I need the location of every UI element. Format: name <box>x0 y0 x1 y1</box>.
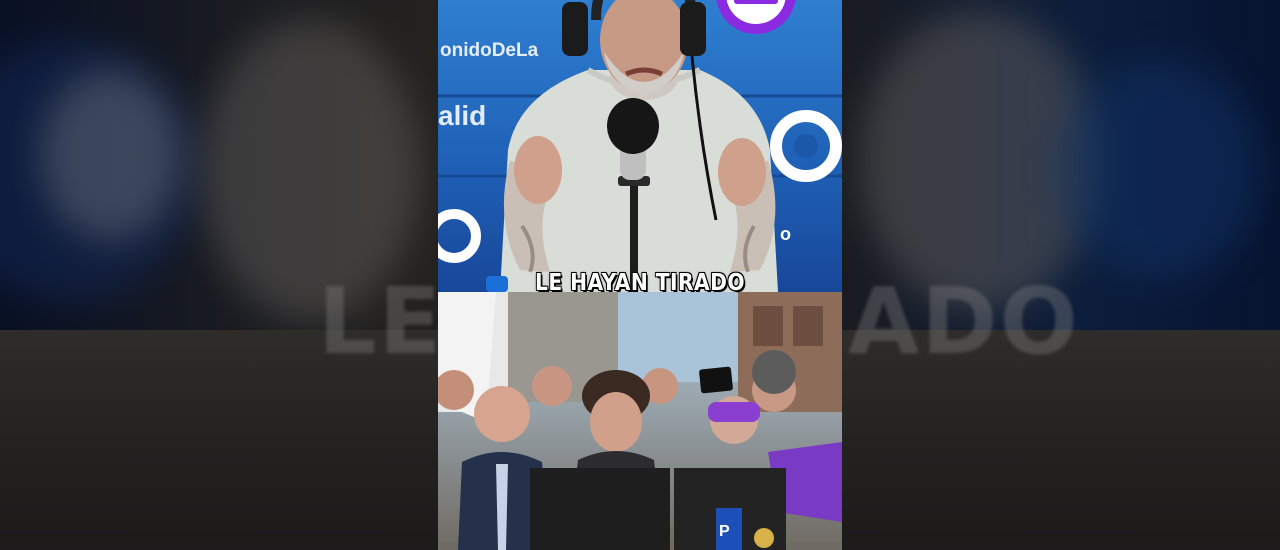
podium: P <box>530 468 786 550</box>
rally-crowd-shot: P <box>438 292 842 550</box>
radio-studio-shot: onidoDeLa alid o <box>438 0 842 292</box>
video-caption: LE HAYAN TIRADO <box>534 270 745 296</box>
svg-text:o: o <box>780 224 791 244</box>
studio-logo-icon <box>438 209 481 263</box>
crowd-scene: P <box>438 292 842 550</box>
video-frame[interactable]: onidoDeLa alid o P LE HAYAN TIRADO <box>438 0 842 550</box>
channel-logo-icon <box>716 0 796 34</box>
studio-logo-icon <box>770 110 842 182</box>
svg-text:P: P <box>719 523 730 540</box>
studio-scene: o <box>438 0 842 292</box>
